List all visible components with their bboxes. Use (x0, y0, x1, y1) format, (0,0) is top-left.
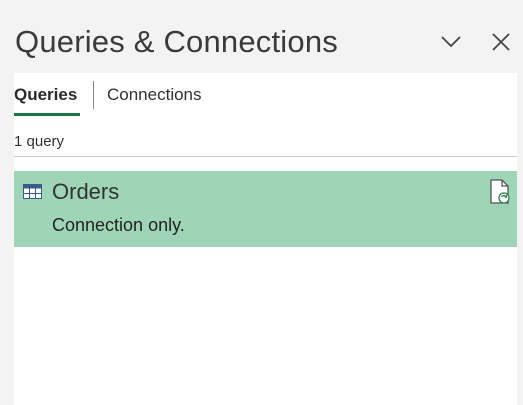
active-tab-indicator (14, 113, 80, 116)
divider (14, 156, 517, 157)
table-icon (23, 184, 42, 199)
tab-connections[interactable]: Connections (107, 83, 202, 107)
query-status: Connection only. (52, 215, 185, 235)
tab-bar: Queries Connections (14, 73, 517, 118)
pane-content: Queries Connections 1 query Orders Conne… (14, 73, 517, 405)
tab-separator (93, 81, 94, 109)
pane-title: Queries & Connections (15, 24, 338, 59)
close-button[interactable] (487, 28, 515, 56)
tab-queries[interactable]: Queries (14, 83, 77, 107)
query-name: Orders (52, 179, 120, 204)
query-count: 1 query (14, 133, 65, 150)
refresh-document-icon[interactable] (489, 179, 511, 205)
pane-options-button[interactable] (437, 28, 465, 56)
chevron-down-icon (441, 36, 461, 48)
close-icon (492, 33, 510, 51)
queries-connections-pane: Queries & Connections Queries Connection… (0, 0, 523, 405)
query-item-orders[interactable]: Orders Connection only. (14, 171, 517, 247)
